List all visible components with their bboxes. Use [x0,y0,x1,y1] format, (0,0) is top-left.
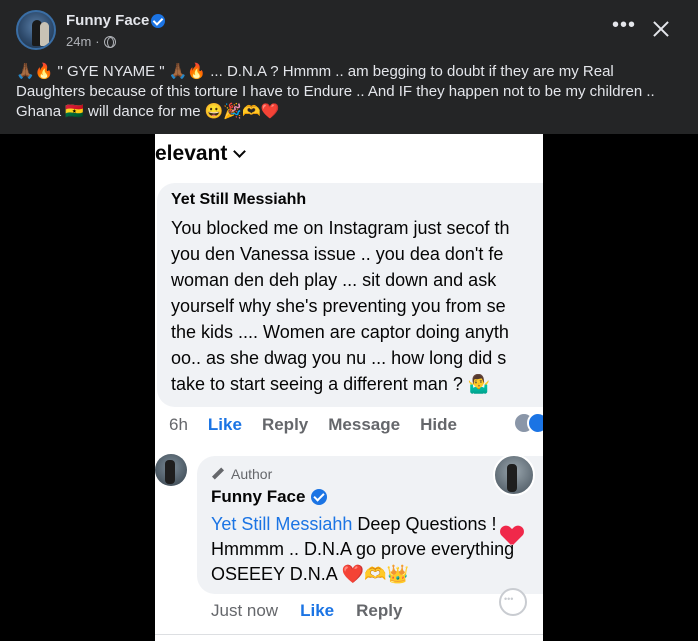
reply-author-name: Funny Face [211,487,306,506]
comment-filter-label: elevant [155,142,228,165]
author-name[interactable]: Funny Face [66,12,149,29]
comment-message: Message [328,415,401,434]
comment-bubble: Yet Still Messiahh You blocked me on Ins… [157,183,543,407]
post-header: Funny Face 24m · ••• [0,0,698,56]
comment-hide: Hide [420,415,457,434]
comment-like: Like [207,415,242,434]
reaction-icons [513,412,543,434]
reply-line: OSEEEY D.N.A ❤️🫶👑 [211,564,409,584]
reply-time: Just now [211,601,279,620]
reply-text: Yet Still Messiahh Deep Questions ! Hmmm… [211,512,543,587]
meta-separator: · [95,34,100,49]
reply-author: Funny Face [211,487,328,507]
chat-bubble-icon [499,588,527,616]
screenshot-image: elevant Yet Still Messiahh You blocked m… [155,134,543,641]
author-badge: Author [211,466,272,482]
author-avatar[interactable] [16,10,56,50]
divider [155,634,543,641]
reply-actions: Just now Like Reply [211,601,402,621]
comment-line: you den Vanessa issue .. you dea don't f… [171,244,504,264]
reply-thumbnail [493,454,535,496]
close-icon[interactable] [650,18,672,40]
like-reaction-icon [527,412,543,434]
heart-icon [501,526,523,546]
reply-line: Hmmmm .. D.N.A go prove everything [211,539,515,559]
reply-line: Yet Still Messiahh Deep Questions ! [211,512,543,537]
verified-badge-icon [311,489,328,505]
comment-filter: elevant [155,142,247,166]
comment-actions: 6h Like Reply Message Hide [169,415,457,435]
comment-time: 6h [169,415,188,434]
comment-reply: Reply [261,415,309,434]
reply-reply: Reply [356,601,403,620]
reply-bubble: Author Funny Face Yet Still Messiahh Dee… [197,456,543,594]
comment-line: You blocked me on Instagram just secof t… [171,218,510,238]
post-image[interactable]: elevant Yet Still Messiahh You blocked m… [0,134,698,641]
comment-text: You blocked me on Instagram just secof t… [171,215,543,397]
globe-icon [103,35,116,48]
chevron-down-icon [233,144,247,158]
post-meta: 24m · [66,34,116,49]
comment-line: woman den deh play ... sit down and ask [171,270,497,290]
verified-badge-icon [151,14,165,28]
comment-line: the kids .... Women are captor doing any… [171,322,509,342]
more-options-icon[interactable]: ••• [610,15,638,40]
commenter-name: Yet Still Messiahh [171,191,307,208]
pen-icon [211,467,225,481]
mention: Yet Still Messiahh [211,514,353,534]
reply-like: Like [300,601,335,620]
post-caption: 🙏🏾🔥 " GYE NYAME " 🙏🏾🔥 ... D.N.A ? Hmmm .… [16,63,655,120]
comment-line: oo.. as she dwag you nu ... how long did… [171,348,507,368]
post-time[interactable]: 24m [66,34,91,49]
comment-line: take to start seeing a different man ? 🤷… [171,374,491,394]
comment-line: yourself why she's preventing you from s… [171,296,506,316]
reply-avatar [155,454,187,486]
author-badge-label: Author [231,466,273,482]
reply-line-text: Deep Questions ! [352,514,497,534]
